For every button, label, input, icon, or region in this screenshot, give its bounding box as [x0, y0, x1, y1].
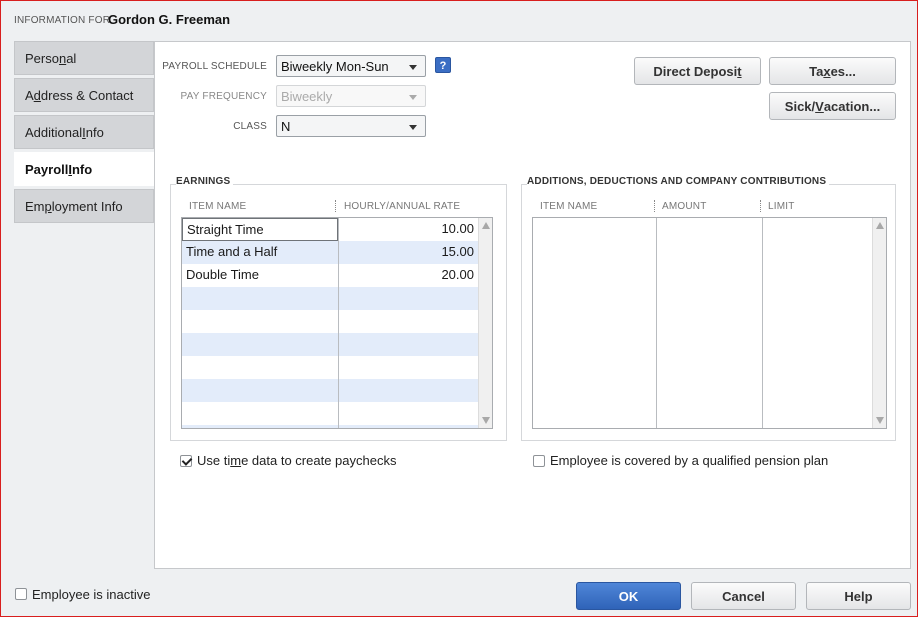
earnings-col-item-name: ITEM NAME — [189, 201, 247, 212]
tab-address-contact[interactable]: Ad dress & Contact — [14, 78, 154, 112]
column-divider — [656, 218, 657, 428]
earnings-item-name[interactable]: Time and a Half — [182, 241, 338, 264]
table-row[interactable]: Time and a Half 15.00 — [182, 241, 492, 264]
table-row-empty[interactable] — [182, 379, 492, 402]
chevron-down-icon — [409, 95, 417, 100]
sick-vacation-button[interactable]: Sick/Vacation... — [769, 92, 896, 120]
class-label: CLASS — [233, 121, 267, 132]
table-row-empty[interactable] — [182, 402, 492, 425]
tab-additional-info[interactable]: Additional Info — [14, 115, 154, 149]
direct-deposit-button[interactable]: Direct Deposi t — [634, 57, 761, 85]
class-select[interactable]: N — [276, 115, 426, 137]
taxes-button[interactable]: Ta x es... — [769, 57, 896, 85]
additions-scrollbar[interactable] — [872, 218, 886, 428]
pension-plan-checkbox[interactable] — [533, 455, 545, 467]
pay-frequency-select: Biweekly — [276, 85, 426, 107]
earnings-title: EARNINGS — [176, 176, 234, 187]
additions-col-item-name: ITEM NAME — [540, 201, 598, 212]
payroll-schedule-select[interactable]: Biweekly Mon-Sun — [276, 55, 426, 77]
table-row-empty[interactable] — [182, 287, 492, 310]
table-row-empty[interactable] — [182, 356, 492, 379]
payroll-schedule-label: PAYROLL SCHEDULE — [162, 61, 267, 72]
cancel-button[interactable]: Cancel — [691, 582, 796, 610]
employee-window: INFORMATION FOR Gordon G. Freeman Perso n… — [0, 0, 918, 617]
additions-col-amount: AMOUNT — [662, 201, 707, 212]
scroll-up-icon[interactable] — [876, 222, 884, 229]
earnings-rate[interactable]: 20.00 — [338, 264, 478, 287]
scroll-down-icon[interactable] — [876, 417, 884, 424]
earnings-item-name[interactable]: Double Time — [182, 264, 338, 287]
employee-inactive-label[interactable]: Employee is inactive — [32, 587, 151, 602]
table-row-empty[interactable] — [182, 425, 492, 428]
use-time-data-checkbox[interactable] — [180, 455, 192, 467]
scroll-down-icon[interactable] — [482, 417, 490, 424]
info-for-label: INFORMATION FOR — [14, 15, 111, 26]
column-separator — [760, 200, 761, 212]
pension-plan-label[interactable]: Employee is covered by a qualified pensi… — [550, 453, 828, 468]
tab-payroll-info[interactable]: Payroll Info — [14, 152, 154, 186]
help-button[interactable]: Help — [806, 582, 911, 610]
earnings-col-rate: HOURLY/ANNUAL RATE — [344, 201, 461, 212]
scroll-up-icon[interactable] — [482, 222, 490, 229]
earnings-rate[interactable]: 10.00 — [338, 218, 478, 241]
additions-table[interactable] — [532, 217, 887, 429]
earnings-rate[interactable]: 15.00 — [338, 241, 478, 264]
earnings-item-name[interactable]: Straight Time — [182, 218, 338, 241]
earnings-table[interactable]: Straight Time 10.00 Time and a Half 15.0… — [181, 217, 493, 429]
ok-button[interactable]: OK — [576, 582, 681, 610]
pay-frequency-label: PAY FREQUENCY — [180, 91, 267, 102]
column-separator — [654, 200, 655, 212]
table-row-empty[interactable] — [182, 333, 492, 356]
tab-personal[interactable]: Perso n al — [14, 41, 154, 75]
additions-title: ADDITIONS, DEDUCTIONS AND COMPANY CONTRI… — [527, 176, 830, 187]
use-time-data-label[interactable]: Use time data to create paychecks — [197, 453, 396, 468]
earnings-scrollbar[interactable] — [478, 218, 492, 428]
help-question-icon[interactable]: ? — [435, 57, 451, 73]
table-row[interactable]: Double Time 20.00 — [182, 264, 492, 287]
chevron-down-icon — [409, 125, 417, 130]
employee-inactive-checkbox[interactable] — [15, 588, 27, 600]
additions-col-limit: LIMIT — [768, 201, 795, 212]
table-row-empty[interactable] — [182, 310, 492, 333]
tab-employment-info[interactable]: Em p loyment Info — [14, 189, 154, 223]
column-divider — [338, 218, 339, 428]
column-divider — [762, 218, 763, 428]
employee-name: Gordon G. Freeman — [108, 12, 231, 27]
chevron-down-icon — [409, 65, 417, 70]
column-separator — [335, 200, 336, 212]
table-row[interactable]: Straight Time 10.00 — [182, 218, 492, 241]
